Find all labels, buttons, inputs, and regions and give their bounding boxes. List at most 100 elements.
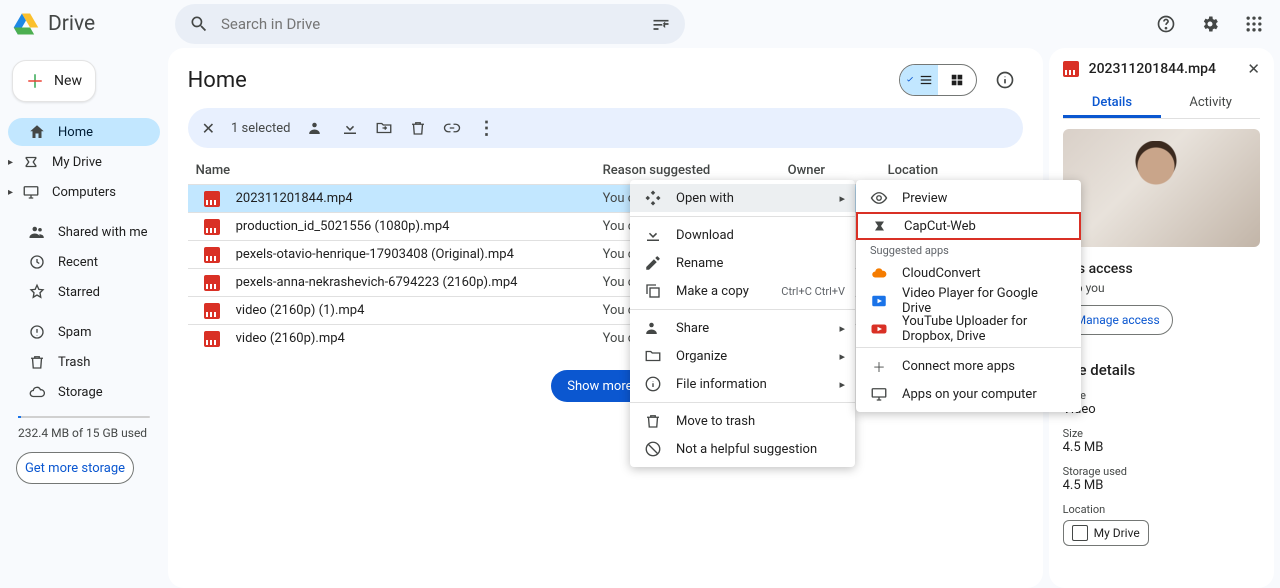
open-with-icon — [644, 189, 662, 207]
ctx-organize[interactable]: Organize▸ — [630, 342, 855, 370]
tab-activity[interactable]: Activity — [1161, 88, 1260, 118]
storage-bar — [18, 416, 150, 418]
ctx-move-trash[interactable]: Move to trash — [630, 407, 855, 435]
nav-my-drive[interactable]: ▸My Drive — [8, 148, 160, 176]
list-icon — [919, 73, 933, 87]
storage-used-value: 4.5 MB — [1063, 478, 1260, 493]
star-icon — [28, 283, 46, 301]
video-file-icon — [1063, 61, 1079, 77]
openwith-preview[interactable]: Preview — [856, 184, 1081, 212]
product-name: Drive — [48, 12, 95, 36]
ctx-share[interactable]: Share▸ — [630, 314, 855, 342]
nav-computers[interactable]: ▸Computers — [8, 178, 160, 206]
link-icon[interactable] — [443, 119, 461, 137]
nav-home[interactable]: Home — [8, 118, 160, 146]
home-icon — [28, 123, 46, 141]
search-options-icon[interactable] — [651, 14, 671, 34]
home-header: Home — [188, 60, 1023, 100]
left-nav: New Home ▸My Drive ▸Computers Shared wit… — [0, 48, 168, 588]
file-details-heading: File details — [1063, 361, 1260, 379]
open-with-submenu: Preview CapCut-Web Suggested apps CloudC… — [856, 180, 1081, 412]
clock-icon — [28, 253, 46, 271]
ctx-make-copy[interactable]: Make a copyCtrl+C Ctrl+V — [630, 277, 855, 305]
ctx-file-info[interactable]: File information▸ — [630, 370, 855, 398]
details-tabs: Details Activity — [1063, 88, 1260, 119]
file-name: pexels-otavio-henrique-17903408 (Origina… — [236, 247, 514, 262]
openwith-youtube-uploader[interactable]: YouTube Uploader for Dropbox, Drive — [856, 315, 1081, 343]
openwith-video-player[interactable]: Video Player for Google Drive — [856, 287, 1081, 315]
settings-icon[interactable] — [1192, 6, 1228, 42]
file-name: video (2160p).mp4 — [236, 331, 345, 346]
video-file-icon — [204, 191, 220, 207]
spam-icon — [28, 323, 46, 341]
copy-icon — [644, 282, 662, 300]
col-name[interactable]: Name — [188, 163, 603, 178]
chevron-right-icon[interactable]: ▸ — [8, 157, 13, 168]
suggested-apps-label: Suggested apps — [856, 240, 1081, 259]
nav-spam[interactable]: Spam — [8, 318, 160, 346]
tab-details[interactable]: Details — [1063, 88, 1162, 118]
context-menu: Open with▸ Download Rename Make a copyCt… — [630, 180, 855, 467]
chevron-right-icon[interactable]: ▸ — [8, 187, 13, 198]
file-name: 202311201844.mp4 — [236, 191, 353, 206]
location-chip[interactable]: My Drive — [1063, 520, 1149, 546]
page-title: Home — [188, 68, 247, 93]
ctx-open-with[interactable]: Open with▸ — [630, 184, 855, 212]
get-storage-button[interactable]: Get more storage — [16, 452, 134, 484]
shortcut-text: Ctrl+C Ctrl+V — [781, 285, 845, 298]
search-input[interactable] — [221, 15, 639, 33]
ctx-not-helpful[interactable]: Not a helpful suggestion — [630, 435, 855, 463]
details-filename: 202311201844.mp4 — [1089, 61, 1238, 77]
drive-logo[interactable]: Drive — [12, 10, 167, 38]
move-to-icon[interactable] — [375, 119, 393, 137]
video-file-icon — [204, 219, 220, 235]
openwith-cloudconvert[interactable]: CloudConvert — [856, 259, 1081, 287]
ctx-rename[interactable]: Rename — [630, 249, 855, 277]
type-value: Video — [1063, 402, 1260, 417]
list-view-button[interactable] — [900, 65, 938, 95]
info-icon[interactable] — [987, 62, 1023, 98]
ctx-download[interactable]: Download — [630, 221, 855, 249]
type-label: Type — [1063, 389, 1260, 402]
chevron-right-icon: ▸ — [839, 322, 845, 335]
file-name: video (2160p) (1).mp4 — [236, 303, 365, 318]
share-user-icon[interactable] — [307, 119, 325, 137]
clear-selection-icon[interactable]: ✕ — [202, 119, 215, 138]
block-icon — [644, 440, 662, 458]
nav-storage[interactable]: Storage — [8, 378, 160, 406]
col-owner: Owner — [788, 163, 888, 178]
computer-icon — [22, 183, 40, 201]
top-bar: Drive — [0, 0, 1280, 48]
computer-icon — [870, 385, 888, 403]
nav-recent[interactable]: Recent — [8, 248, 160, 276]
selection-toolbar: ✕ 1 selected ⋮ — [188, 108, 1023, 148]
grid-icon — [950, 73, 964, 87]
help-icon[interactable] — [1148, 6, 1184, 42]
search-bar[interactable] — [175, 4, 685, 44]
nav-shared[interactable]: Shared with me — [8, 218, 160, 246]
selection-count: 1 selected — [231, 121, 290, 136]
search-icon — [189, 14, 209, 34]
openwith-capcut[interactable]: CapCut-Web — [856, 212, 1081, 240]
chevron-right-icon: ▸ — [839, 378, 845, 391]
video-thumbnail[interactable] — [1063, 129, 1260, 247]
download-icon — [644, 226, 662, 244]
openwith-apps-computer[interactable]: Apps on your computer — [856, 380, 1081, 408]
trash-icon — [644, 412, 662, 430]
apps-grid-icon[interactable] — [1236, 6, 1272, 42]
openwith-connect-more[interactable]: ＋Connect more apps — [856, 352, 1081, 380]
cloudconvert-icon — [870, 264, 888, 282]
file-name: production_id_5021556 (1080p).mp4 — [236, 219, 450, 234]
private-to-you-text: e to you — [1063, 281, 1260, 295]
delete-icon[interactable] — [409, 119, 427, 137]
eye-icon — [870, 189, 888, 207]
share-icon — [644, 319, 662, 337]
more-actions-icon[interactable]: ⋮ — [477, 119, 495, 137]
nav-starred[interactable]: Starred — [8, 278, 160, 306]
trash-icon — [28, 353, 46, 371]
grid-view-button[interactable] — [938, 65, 976, 95]
new-button[interactable]: New — [12, 60, 96, 102]
download-icon[interactable] — [341, 119, 359, 137]
nav-trash[interactable]: Trash — [8, 348, 160, 376]
close-details-icon[interactable]: ✕ — [1247, 60, 1260, 78]
